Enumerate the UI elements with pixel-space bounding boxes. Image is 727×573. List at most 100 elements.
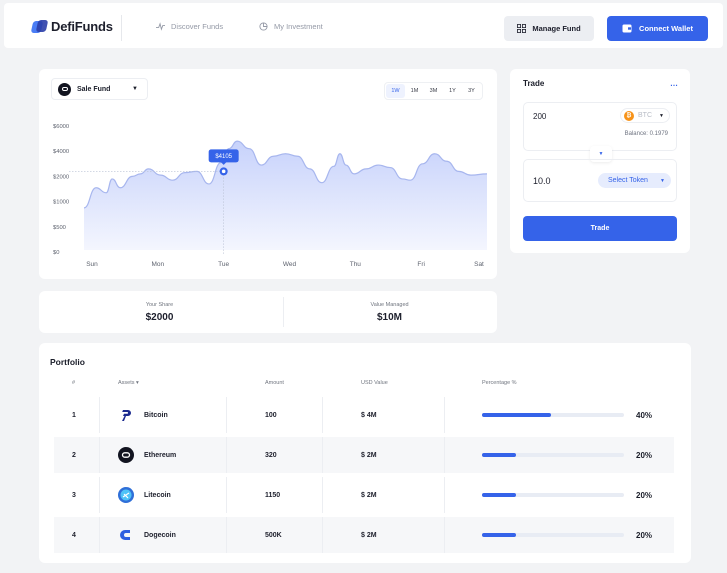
asset-cell: Dogecoin [118, 517, 176, 553]
trade-button[interactable]: Trade [523, 216, 677, 241]
row-number: 2 [72, 451, 76, 459]
row-number: 4 [72, 531, 76, 539]
brand-logo[interactable]: DefiFunds [30, 19, 113, 34]
amount-cell: 320 [265, 451, 277, 459]
ethereum-icon [118, 447, 134, 463]
col-header-number: # [72, 380, 76, 386]
trade-title: Trade [523, 79, 545, 88]
table-row[interactable]: 2 Ethereum 320 $ 2M 20% [54, 437, 674, 473]
nav-my-investment-label: My Investment [274, 22, 323, 31]
from-token-selector[interactable]: ₿ BTC ▼ [620, 108, 670, 123]
y-tick-label: $500 [53, 225, 66, 231]
select-token-button[interactable]: Select Token ▼ [598, 173, 671, 188]
pie-chart-icon [259, 22, 268, 31]
table-row[interactable]: 3 Litecoin 1150 $ 2M 20% [54, 477, 674, 513]
chevron-down-icon: ▼ [659, 112, 664, 119]
amount-cell: 1150 [265, 491, 281, 499]
y-tick-label: $2000 [53, 174, 69, 180]
to-amount-input[interactable]: 10.0 [533, 176, 551, 186]
table-row[interactable]: 1 Bitcoin 100 $ 4M 40% [54, 397, 674, 433]
x-tick-label: Thu [350, 261, 362, 268]
arrow-down-icon: ▼ [598, 151, 604, 157]
chart-area-fill [84, 141, 487, 250]
column-divider [322, 397, 323, 433]
litecoin-icon [118, 487, 134, 503]
nav-discover-funds-label: Discover Funds [171, 22, 224, 31]
nav-discover-funds[interactable]: Discover Funds [156, 22, 223, 31]
percentage-bar-fill [482, 493, 517, 497]
app-frame: DefiFunds Discover Funds My Investment M… [0, 0, 727, 573]
your-share-value: $2000 [145, 312, 174, 323]
percentage-value: 20% [636, 530, 653, 540]
top-navigation-bar: DefiFunds Discover Funds My Investment M… [4, 3, 723, 48]
percentage-bar [482, 413, 624, 417]
to-token-box: 10.0 Select Token ▼ [523, 159, 677, 202]
grid-icon [517, 24, 527, 33]
col-header-amount: Amount [265, 380, 284, 386]
asset-cell: Litecoin [118, 477, 171, 513]
highlight-point-center [221, 169, 226, 174]
connect-wallet-button[interactable]: Connect Wallet [607, 16, 708, 41]
more-options-icon[interactable]: … [670, 79, 678, 88]
nav-my-investment[interactable]: My Investment [259, 22, 323, 31]
x-tick-label: Wed [283, 261, 297, 268]
y-tick-label: $1000 [53, 200, 69, 206]
bitcoin-icon: ₿ [624, 110, 634, 121]
column-divider [444, 517, 445, 553]
column-divider [226, 517, 227, 553]
column-divider [226, 477, 227, 513]
percentage-bar [482, 533, 624, 537]
percentage-bar-fill [482, 413, 551, 417]
usd-value-cell: $ 2M [361, 491, 377, 499]
col-header-usd-value: USD Value [361, 380, 388, 386]
usd-value-cell: $ 2M [361, 451, 377, 459]
logo-icon [30, 19, 49, 34]
column-divider [444, 437, 445, 473]
manage-fund-button[interactable]: Manage Fund [504, 16, 594, 41]
column-divider [322, 477, 323, 513]
y-tick-label: $6000 [53, 124, 69, 130]
percentage-bar [482, 453, 624, 457]
select-token-label: Select Token [608, 177, 648, 184]
x-tick-label: Fri [417, 261, 425, 268]
row-number: 3 [72, 491, 76, 499]
asset-name: Ethereum [144, 451, 177, 459]
from-amount-input[interactable]: 200 [533, 112, 546, 121]
percentage-value: 20% [636, 450, 653, 460]
column-divider [226, 397, 227, 433]
asset-name: Dogecoin [144, 531, 176, 539]
trade-card: Trade … 200 ₿ BTC ▼ Balance: 0.1979 ▼ 10… [510, 69, 690, 253]
brand-name: DefiFunds [51, 19, 113, 34]
usd-value-cell: $ 2M [361, 531, 377, 539]
bitcoin-icon [118, 407, 134, 423]
fund-stats-card: Your Share $2000 Value Managed $10M [39, 291, 497, 333]
column-divider [226, 437, 227, 473]
column-divider [444, 397, 445, 433]
value-managed-stat: Value Managed $10M [275, 291, 504, 333]
percentage-value: 20% [636, 490, 653, 500]
portfolio-card: Portfolio # Assets ▾ Amount USD Value Pe… [39, 343, 691, 563]
column-divider [444, 477, 445, 513]
row-number: 1 [72, 411, 76, 419]
balance-text: Balance: 0.1979 [624, 131, 668, 137]
manage-fund-label: Manage Fund [532, 24, 581, 33]
x-tick-label: Sat [474, 261, 484, 268]
column-divider [99, 477, 100, 513]
percentage-bar-fill [482, 453, 517, 457]
asset-name: Litecoin [144, 491, 171, 499]
y-tick-label: $0 [53, 250, 59, 256]
asset-cell: Ethereum [118, 437, 176, 473]
from-token-label: BTC [638, 112, 652, 119]
col-header-assets[interactable]: Assets ▾ [118, 380, 139, 386]
amount-cell: 500K [265, 531, 282, 539]
chevron-down-icon: ▼ [660, 177, 665, 184]
percentage-bar [482, 493, 624, 497]
percentage-value: 40% [636, 410, 653, 420]
asset-cell: Bitcoin [118, 397, 168, 433]
fund-chart-card: Sale Fund ▼ 1W 1M 3M 1Y 3Y $6000 $4000 $2000 $1… [39, 69, 497, 279]
column-divider [322, 517, 323, 553]
table-row[interactable]: 4 Dogecoin 500K $ 2M 20% [54, 517, 674, 553]
column-divider [322, 437, 323, 473]
activity-icon [156, 22, 165, 31]
x-tick-label: Sun [86, 261, 98, 268]
